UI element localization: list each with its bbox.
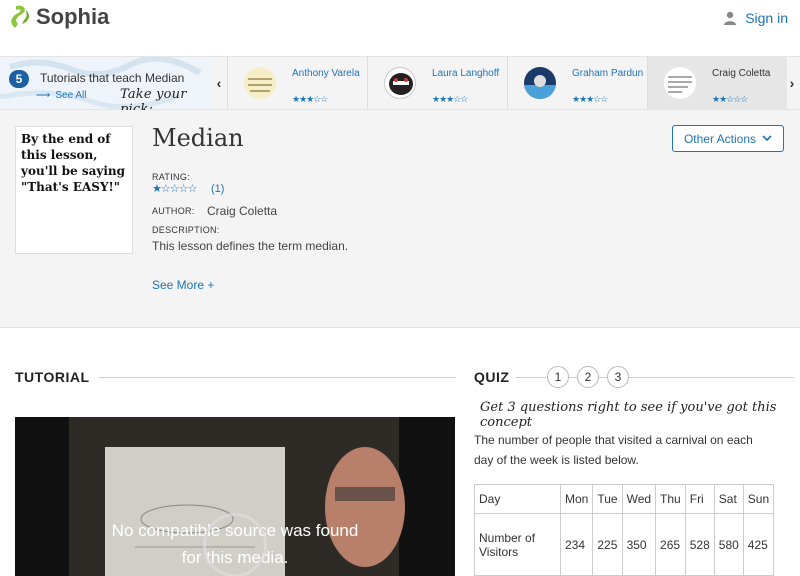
tutor-avatar	[664, 67, 696, 99]
quiz-heading: QUIZ	[474, 369, 510, 385]
quiz-question-2[interactable]: 2	[577, 366, 599, 388]
tutor-name: Graham Pardun	[572, 68, 644, 79]
tutorial-count-badge: 5	[9, 70, 29, 88]
quiz-tagline: Get 3 questions right to see if you've g…	[480, 400, 777, 430]
sign-in-link[interactable]: Sign in	[723, 10, 788, 26]
quiz-question-text: The number of people that visited a carn…	[474, 433, 753, 467]
tutor-name: Laura Langhoff	[432, 68, 500, 79]
table-cell: 265	[655, 513, 686, 576]
quiz-divider-1	[516, 377, 546, 378]
tutor-rating-stars: ★★☆☆☆	[712, 94, 748, 104]
tutor-rating-stars: ★★★☆☆	[572, 94, 608, 104]
table-header-cell: Thu	[655, 484, 686, 514]
quiz-divider-2	[569, 377, 577, 378]
tutor-avatar	[384, 67, 416, 99]
quiz-divider-4	[629, 377, 794, 378]
lesson-info-panel: By the end of this lesson, you'll be say…	[0, 110, 800, 328]
see-all-link[interactable]: ⟶ See All	[36, 90, 86, 101]
chevron-down-icon	[762, 135, 772, 142]
tutor-avatar	[244, 67, 276, 99]
chevron-right-icon: ›	[789, 75, 795, 91]
tutorial-count-title: Tutorials that teach Median	[40, 71, 185, 85]
table-cell: 225	[592, 513, 623, 576]
other-actions-label: Other Actions	[683, 131, 757, 146]
arrow-right-icon: ⟶	[36, 90, 51, 101]
chevron-left-icon: ‹	[216, 75, 222, 91]
sign-in-label: Sign in	[745, 10, 788, 26]
carousel-next-button[interactable]: ›	[785, 57, 799, 109]
quiz-divider-3	[599, 377, 607, 378]
author-name: Craig Coletta	[207, 204, 278, 218]
table-header-cell: Sat	[713, 484, 744, 514]
top-bar: Sophia Sign in	[0, 0, 800, 56]
table-cell: 234	[559, 513, 594, 576]
other-actions-button[interactable]: Other Actions	[672, 125, 784, 152]
description-text: This lesson defines the term median.	[152, 239, 349, 253]
video-player[interactable]: No compatible source was found for this …	[15, 417, 455, 576]
carousel-prev-button[interactable]: ‹	[212, 57, 226, 109]
avatar-scribble-image	[248, 78, 272, 92]
tutorial-strip: 5 Tutorials that teach Median ⟶ See All …	[0, 56, 800, 117]
tutor-rating-stars: ★★★☆☆	[292, 94, 328, 104]
table-header-cell: Mon	[559, 484, 594, 514]
table-header-cell: Wed	[621, 484, 657, 514]
tutor-card-craig-coletta[interactable]: Craig Coletta ★★☆☆☆	[647, 57, 787, 109]
avatar-mask-image	[389, 73, 413, 95]
author-label: AUTHOR:	[152, 206, 195, 216]
table-header-cell: Tue	[592, 484, 623, 514]
see-more-link[interactable]: See More +	[152, 278, 214, 292]
lesson-title: Median	[152, 124, 244, 152]
rating-label: RATING:	[152, 172, 190, 182]
table-header-row: Day Mon Tue Wed Thu Fri Sat Sun	[474, 484, 775, 514]
rating-stars[interactable]: ★☆☆☆☆	[152, 182, 197, 195]
quiz-question-3[interactable]: 3	[607, 366, 629, 388]
tutorial-count-box: 5 Tutorials that teach Median ⟶ See All …	[0, 57, 212, 117]
brand-name: Sophia	[36, 4, 110, 29]
play-button-icon[interactable]	[203, 513, 267, 576]
tutorial-heading: TUTORIAL	[15, 369, 90, 385]
table-cell: 425	[742, 513, 775, 576]
visitors-table: Day Mon Tue Wed Thu Fri Sat Sun Number o…	[474, 484, 775, 576]
tutor-name: Craig Coletta	[712, 68, 771, 79]
tutor-name: Anthony Varela	[292, 68, 360, 79]
table-header-cell: Day	[474, 484, 561, 514]
table-header-cell: Fri	[684, 484, 715, 514]
tutor-rating-stars: ★★★☆☆	[432, 94, 468, 104]
tutorial-divider	[98, 377, 456, 378]
sophia-logo-icon	[11, 5, 29, 28]
user-icon	[724, 11, 737, 25]
rating-count[interactable]: (1)	[211, 183, 224, 195]
tutor-card-graham-pardun[interactable]: Graham Pardun ★★★☆☆	[507, 57, 647, 109]
table-header-cell: Sun	[742, 484, 775, 514]
table-cell: 350	[621, 513, 657, 576]
see-all-label: See All	[55, 90, 87, 101]
table-row-label: Number of Visitors	[474, 513, 561, 576]
avatar-photo-image	[524, 75, 556, 99]
tutor-card-anthony-varela[interactable]: Anthony Varela ★★★☆☆	[227, 57, 367, 109]
table-cell: 528	[684, 513, 715, 576]
sophia-logo[interactable]: Sophia	[10, 4, 109, 30]
table-cell: 580	[713, 513, 744, 576]
lesson-thumbnail: By the end of this lesson, you'll be say…	[15, 126, 133, 254]
description-label: DESCRIPTION:	[152, 225, 220, 235]
avatar-text-image	[668, 76, 692, 93]
tutor-avatar	[524, 67, 556, 99]
tutor-card-laura-langhoff[interactable]: Laura Langhoff ★★★☆☆	[367, 57, 507, 109]
table-row: Number of Visitors 234 225 350 265 528 5…	[474, 513, 775, 576]
quiz-question-1[interactable]: 1	[547, 366, 569, 388]
